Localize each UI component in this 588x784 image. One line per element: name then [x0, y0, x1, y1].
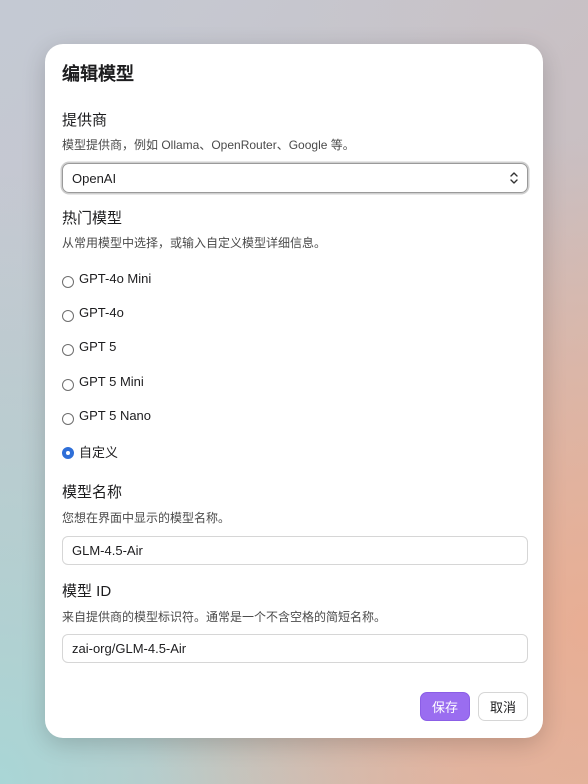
provider-label: 提供商	[62, 112, 108, 129]
model-name-value: GLM-4.5-Air	[72, 543, 143, 558]
model-option-label: GPT 5 Mini	[79, 374, 144, 389]
model-id-input[interactable]: zai-org/GLM-4.5-Air	[62, 634, 528, 663]
model-option-label: 自定义	[79, 445, 119, 460]
radio-button[interactable]	[62, 310, 74, 322]
model-name-description: 您想在界面中显示的模型名称。	[62, 511, 231, 525]
model-option-label: GPT 5 Nano	[79, 408, 152, 423]
radio-button[interactable]	[62, 379, 74, 391]
model-id-label: 模型 ID	[62, 583, 112, 600]
provider-select-value: OpenAI	[72, 170, 117, 186]
radio-button[interactable]	[62, 276, 74, 288]
radio-button[interactable]	[62, 413, 74, 425]
chevron-up-down-icon	[510, 172, 518, 184]
model-id-description: 来自提供商的模型标识符。通常是一个不含空格的简短名称。	[62, 610, 387, 624]
model-name-input[interactable]: GLM-4.5-Air	[62, 536, 528, 565]
model-option-gpt-4o[interactable]: GPT-4o	[62, 305, 124, 322]
save-button[interactable]: 保存	[420, 692, 470, 721]
model-option-label: GPT-4o	[79, 305, 124, 320]
dialog-title: 编辑模型	[62, 64, 134, 84]
model-option-gpt-5-mini[interactable]: GPT 5 Mini	[62, 374, 144, 391]
radio-button[interactable]	[62, 344, 74, 356]
model-id-value: zai-org/GLM-4.5-Air	[72, 641, 187, 656]
model-option-gpt-5[interactable]: GPT 5	[62, 339, 116, 356]
popular-models-description: 从常用模型中选择，或输入自定义模型详细信息。	[62, 236, 327, 250]
model-option-label: GPT 5	[79, 339, 117, 354]
edit-model-dialog: 编辑模型 提供商 模型提供商，例如 Ollama、OpenRouter、Goog…	[45, 44, 543, 738]
cancel-button[interactable]: 取消	[478, 692, 528, 721]
model-option-custom[interactable]: 自定义	[62, 442, 118, 461]
model-option-label: GPT-4o Mini	[79, 271, 152, 286]
provider-select[interactable]: OpenAI	[62, 163, 528, 193]
popular-models-label: 热门模型	[62, 210, 123, 227]
provider-description: 模型提供商，例如 Ollama、OpenRouter、Google 等。	[62, 138, 355, 152]
model-option-gpt-4o-mini[interactable]: GPT-4o Mini	[62, 271, 151, 288]
model-name-label: 模型名称	[62, 484, 123, 501]
radio-button-selected[interactable]	[62, 447, 74, 459]
model-option-gpt-5-nano[interactable]: GPT 5 Nano	[62, 408, 151, 425]
